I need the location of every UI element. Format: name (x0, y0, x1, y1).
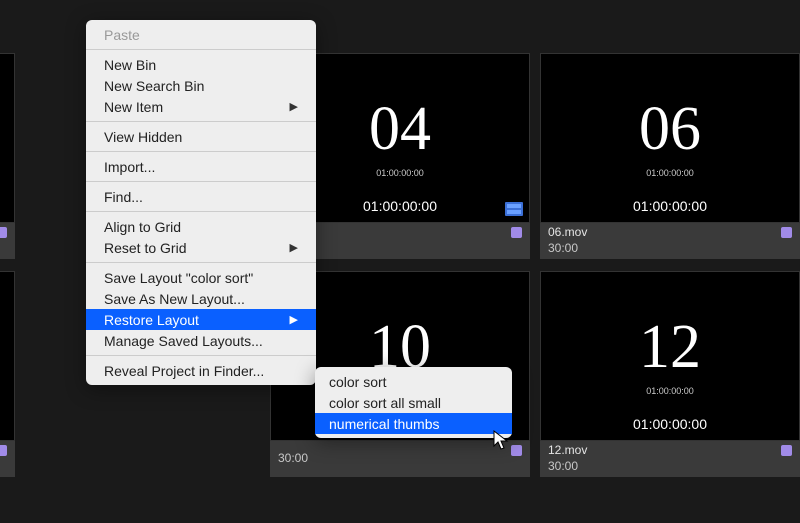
sequence-icon (505, 202, 523, 216)
menu-save-as-layout[interactable]: Save As New Layout... (86, 288, 316, 309)
submenu-item-color-sort[interactable]: color sort (315, 371, 512, 392)
clip-footer: 06.mov 30:00 (540, 223, 800, 259)
thumb-tc-small: 01:00:00:00 (376, 168, 424, 178)
thumb-number: 06 (639, 98, 701, 160)
clip-thumbnail[interactable] (0, 53, 15, 223)
thumb-number: 12 (639, 316, 701, 378)
menu-save-layout[interactable]: Save Layout "color sort" (86, 267, 316, 288)
submenu-item-numerical-thumbs[interactable]: numerical thumbs (315, 413, 512, 434)
clip-footer: 12.mov 30:00 (540, 441, 800, 477)
menu-separator (86, 151, 316, 152)
clip-08[interactable]: 08.mov 30:00 (0, 271, 15, 477)
thumb-tc: 01:00:00:00 (633, 198, 707, 214)
menu-restore-layout[interactable]: Restore Layout▶ (86, 309, 316, 330)
submenu-arrow-icon: ▶ (290, 313, 298, 326)
clip-duration: 30:00 (0, 459, 7, 475)
clip-thumbnail[interactable]: 12 01:00:00:00 01:00:00:00 (540, 271, 800, 441)
clip-duration: 30:00 (548, 459, 792, 475)
menu-separator (86, 181, 316, 182)
thumb-tc: 01:00:00:00 (363, 198, 437, 214)
menu-separator (86, 49, 316, 50)
clip-footer: 02.mov 30:00 (0, 223, 15, 259)
menu-reset-to-grid[interactable]: Reset to Grid▶ (86, 237, 316, 258)
clip-name: 06.mov (548, 225, 792, 241)
clip-02[interactable]: 02.mov 30:00 (0, 53, 15, 259)
thumb-tc: 01:00:00:00 (633, 416, 707, 432)
restore-layout-submenu: color sort color sort all small numerica… (315, 367, 512, 438)
menu-separator (86, 355, 316, 356)
menu-paste: Paste (86, 24, 316, 45)
label-color-swatch (0, 445, 7, 456)
clip-name: 12.mov (548, 443, 792, 459)
clip-duration: 30:00 (278, 451, 522, 467)
menu-new-bin[interactable]: New Bin (86, 54, 316, 75)
menu-separator (86, 211, 316, 212)
menu-align-to-grid[interactable]: Align to Grid (86, 216, 316, 237)
clip-footer: 08.mov 30:00 (0, 441, 15, 477)
context-menu: Paste New Bin New Search Bin New Item▶ V… (86, 20, 316, 385)
menu-reveal-in-finder[interactable]: Reveal Project in Finder... (86, 360, 316, 381)
clip-duration: 30:00 (548, 241, 792, 257)
submenu-arrow-icon: ▶ (290, 241, 298, 254)
menu-separator (86, 262, 316, 263)
clip-footer: 30:00 (270, 441, 530, 477)
thumb-tc-small: 01:00:00:00 (646, 168, 694, 178)
clip-thumbnail[interactable]: 06 01:00:00:00 01:00:00:00 (540, 53, 800, 223)
thumb-number: 04 (369, 98, 431, 160)
label-color-swatch (781, 227, 792, 238)
clip-06[interactable]: 06 01:00:00:00 01:00:00:00 06.mov 30:00 (540, 53, 800, 259)
submenu-arrow-icon: ▶ (290, 100, 298, 113)
menu-import[interactable]: Import... (86, 156, 316, 177)
clip-12[interactable]: 12 01:00:00:00 01:00:00:00 12.mov 30:00 (540, 271, 800, 477)
label-color-swatch (0, 227, 7, 238)
clip-thumbnail[interactable] (0, 271, 15, 441)
label-color-swatch (511, 227, 522, 238)
label-color-swatch (511, 445, 522, 456)
menu-new-search-bin[interactable]: New Search Bin (86, 75, 316, 96)
menu-separator (86, 121, 316, 122)
thumb-tc-small: 01:00:00:00 (646, 386, 694, 396)
label-color-swatch (781, 445, 792, 456)
submenu-item-color-sort-all-small[interactable]: color sort all small (315, 392, 512, 413)
menu-find[interactable]: Find... (86, 186, 316, 207)
menu-manage-layouts[interactable]: Manage Saved Layouts... (86, 330, 316, 351)
menu-new-item[interactable]: New Item▶ (86, 96, 316, 117)
clip-duration: 30:00 (0, 241, 7, 257)
menu-view-hidden[interactable]: View Hidden (86, 126, 316, 147)
